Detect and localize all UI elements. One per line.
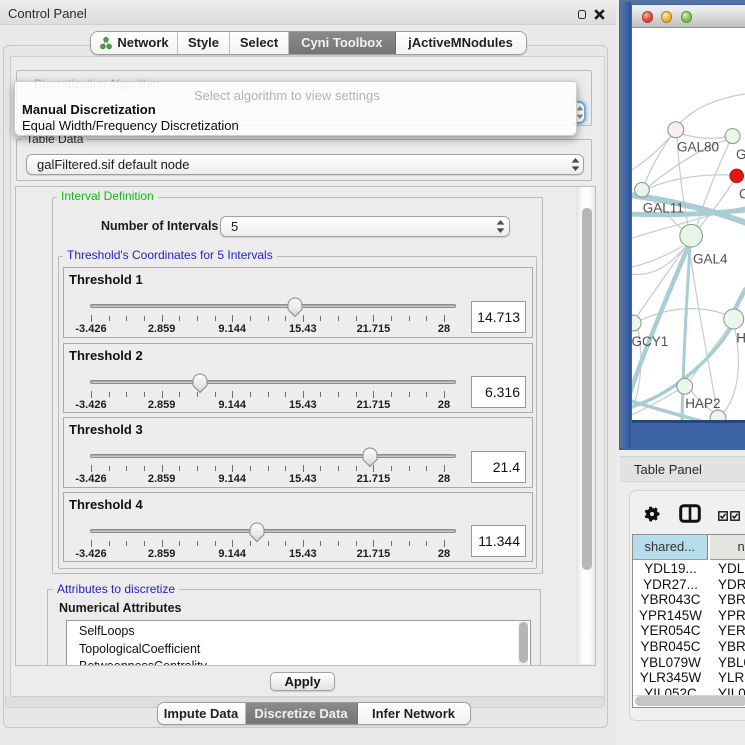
svg-text:GCY1: GCY1 bbox=[632, 334, 668, 349]
svg-text:CY: CY bbox=[739, 187, 745, 202]
svg-text:GAL: GAL bbox=[736, 147, 745, 162]
svg-text:HAP2: HAP2 bbox=[685, 396, 720, 411]
svg-text:HIS: HIS bbox=[736, 331, 745, 346]
svg-text:GAL80: GAL80 bbox=[677, 140, 719, 155]
svg-text:GAL11: GAL11 bbox=[643, 201, 684, 216]
svg-text:GAL4: GAL4 bbox=[693, 252, 728, 267]
